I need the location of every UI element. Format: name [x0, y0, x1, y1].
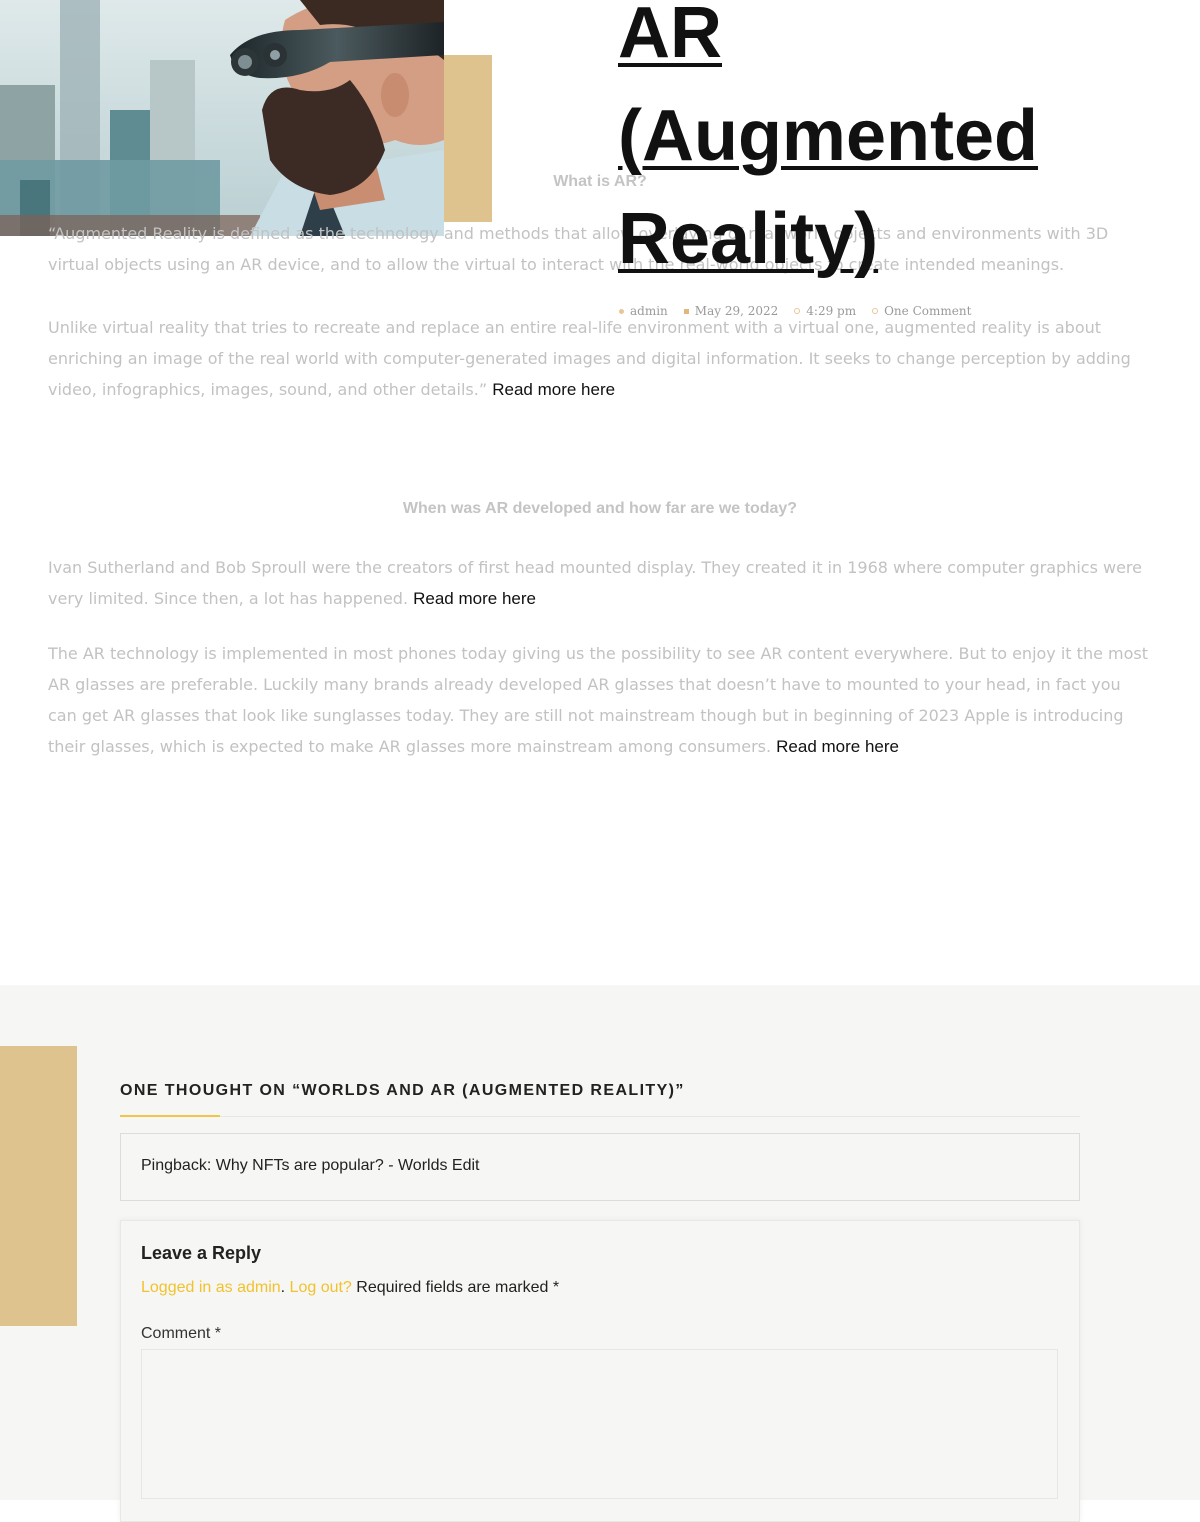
meta-time: 4:29 pm: [794, 304, 856, 318]
required-fields-note: Required fields are marked *: [356, 1279, 560, 1296]
paragraph-history: Ivan Sutherland and Bob Sproull were the…: [48, 558, 1142, 608]
reply-title: Leave a Reply: [141, 1243, 262, 1263]
section-heading-history: When was AR developed and how far are we…: [402, 500, 798, 517]
meta-date[interactable]: May 29, 2022: [683, 304, 778, 318]
logged-in-notice: Logged in as admin. Log out? Required fi…: [141, 1279, 560, 1296]
comment-textarea[interactable]: [141, 1349, 1058, 1499]
post-title-line[interactable]: (Augmented: [618, 96, 1038, 176]
logged-in-as-link[interactable]: Logged in as admin: [141, 1279, 281, 1296]
read-more-link[interactable]: Read more here: [776, 737, 899, 756]
post-title: AR (Augmented Reality): [618, 0, 1198, 291]
featured-image: [0, 0, 444, 236]
paragraph-today: The AR technology is implemented in most…: [48, 644, 1148, 756]
clock-icon: [794, 308, 801, 314]
comments-title: ONE THOUGHT ON “WORLDS AND AR (AUGMENTED…: [120, 1082, 685, 1099]
comments-accent-block: [0, 1046, 77, 1326]
post-title-line[interactable]: Reality): [618, 199, 878, 279]
pingback-item: Pingback: Why NFTs are popular? - Worlds…: [120, 1133, 1080, 1201]
meta-comments[interactable]: One Comment: [872, 304, 971, 318]
read-more-link[interactable]: Read more here: [492, 380, 615, 399]
read-more-link[interactable]: Read more here: [413, 589, 536, 608]
post-title-line[interactable]: AR: [618, 0, 722, 73]
calendar-icon: [683, 308, 689, 314]
comment-icon: [872, 308, 879, 314]
user-icon: [619, 308, 624, 314]
meta-author[interactable]: admin: [619, 304, 668, 318]
pingback-text[interactable]: Pingback: Why NFTs are popular? - Worlds…: [141, 1157, 480, 1175]
post-meta: admin May 29, 2022 4:29 pm One Comment: [619, 304, 971, 318]
logout-link[interactable]: Log out?: [290, 1279, 352, 1296]
comments-title-accent: [120, 1115, 220, 1117]
accent-block: [444, 55, 492, 222]
reply-form: Leave a Reply Logged in as admin. Log ou…: [120, 1220, 1080, 1522]
comment-label: Comment *: [141, 1325, 222, 1342]
paragraph-vr-vs-ar: Unlike virtual reality that tries to rec…: [48, 318, 1131, 399]
comments-title-divider: [120, 1116, 1080, 1117]
